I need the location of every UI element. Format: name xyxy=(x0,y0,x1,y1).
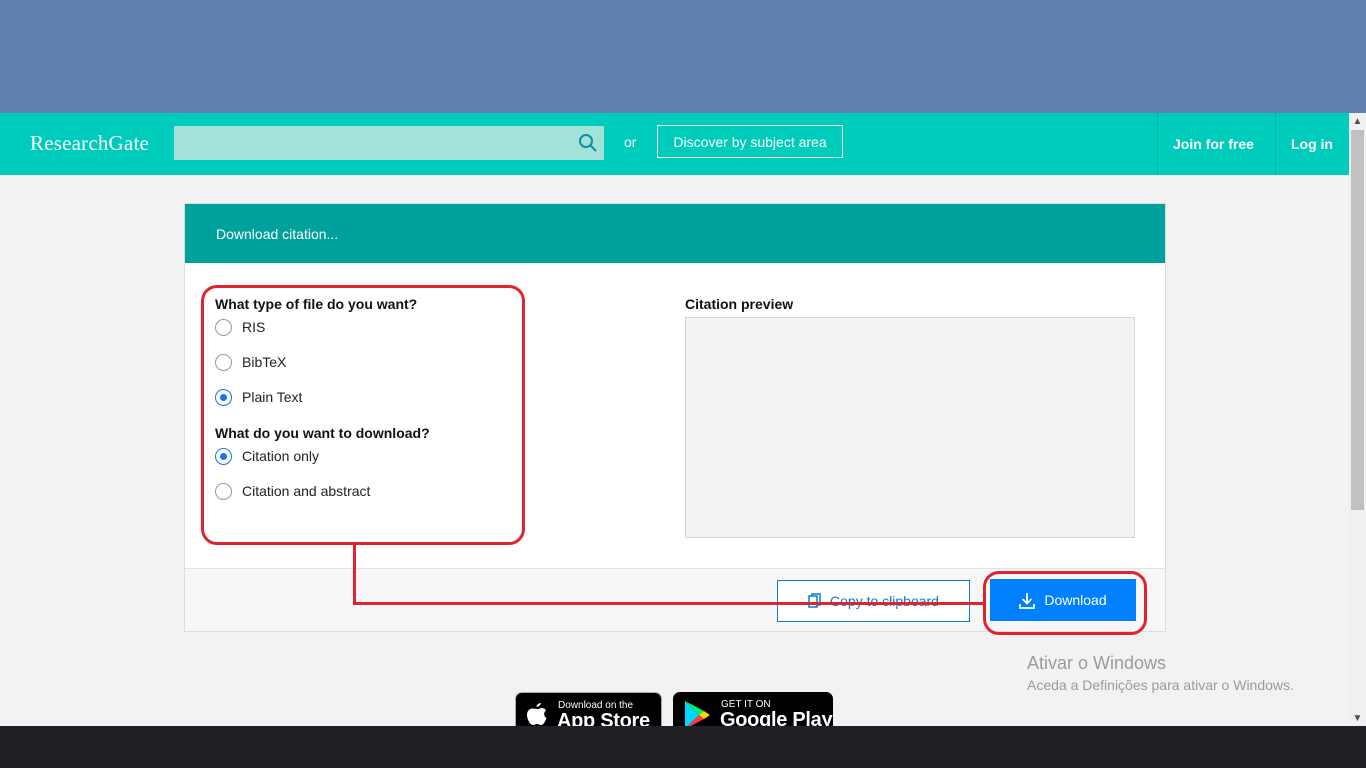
copy-to-clipboard-label: Copy to clipboard xyxy=(830,593,939,609)
radio-citation-only[interactable]: Citation only xyxy=(215,446,319,466)
site-header: ResearchGate or Discover by subject area… xyxy=(0,113,1349,175)
or-text: or xyxy=(624,134,637,150)
radio-button[interactable] xyxy=(215,353,232,371)
dialog-header: Download citation... xyxy=(185,204,1165,263)
download-label: Download xyxy=(1044,592,1107,608)
windows-activation-subtitle: Aceda a Definições para ativar o Windows… xyxy=(1027,677,1294,693)
radio-label: Plain Text xyxy=(242,389,303,405)
copy-icon xyxy=(808,593,821,608)
dialog-footer: Copy to clipboard Download xyxy=(185,568,1165,631)
nav-divider xyxy=(1157,113,1158,175)
discover-by-subject-button[interactable]: Discover by subject area xyxy=(657,125,843,158)
radio-button[interactable] xyxy=(215,482,232,500)
radio-label: Citation and abstract xyxy=(242,483,371,499)
scroll-up-arrow-icon[interactable]: ▲ xyxy=(1349,113,1366,130)
radio-label: RIS xyxy=(242,319,266,335)
log-in-link[interactable]: Log in xyxy=(1291,136,1333,152)
radio-bibtex[interactable]: BibTeX xyxy=(215,352,286,372)
researchgate-logo[interactable]: ResearchGate xyxy=(30,131,149,156)
radio-plain-text[interactable]: Plain Text xyxy=(215,387,302,407)
download-content-heading: What do you want to download? xyxy=(215,425,430,441)
radio-label: BibTeX xyxy=(242,354,287,370)
download-icon xyxy=(1019,592,1036,609)
radio-button-selected[interactable] xyxy=(215,388,232,406)
dialog-title: Download citation... xyxy=(216,226,339,242)
search-input[interactable] xyxy=(174,126,574,160)
citation-preview-box[interactable] xyxy=(685,317,1135,538)
radio-citation-and-abstract[interactable]: Citation and abstract xyxy=(215,481,370,501)
windows-activation-title: Ativar o Windows xyxy=(1027,653,1167,673)
scrollbar-thumb[interactable] xyxy=(1351,130,1364,510)
radio-button[interactable] xyxy=(215,318,232,336)
citation-preview-heading: Citation preview xyxy=(685,296,794,312)
copy-to-clipboard-button[interactable]: Copy to clipboard xyxy=(777,580,970,622)
download-button[interactable]: Download xyxy=(990,579,1136,621)
search-icon[interactable] xyxy=(578,133,598,153)
join-for-free-link[interactable]: Join for free xyxy=(1173,136,1254,152)
windows-taskbar xyxy=(0,726,1366,768)
radio-button-selected[interactable] xyxy=(215,447,232,465)
search-box[interactable] xyxy=(174,126,604,160)
browser-top-band xyxy=(0,0,1366,113)
apple-icon xyxy=(527,703,547,725)
radio-label: Citation only xyxy=(242,448,320,464)
file-type-heading: What type of file do you want? xyxy=(215,296,418,312)
radio-ris[interactable]: RIS xyxy=(215,317,265,337)
nav-divider xyxy=(1275,113,1276,175)
download-citation-dialog: Download citation... What type of file d… xyxy=(184,203,1166,632)
scroll-down-arrow-icon[interactable]: ▼ xyxy=(1349,710,1366,727)
